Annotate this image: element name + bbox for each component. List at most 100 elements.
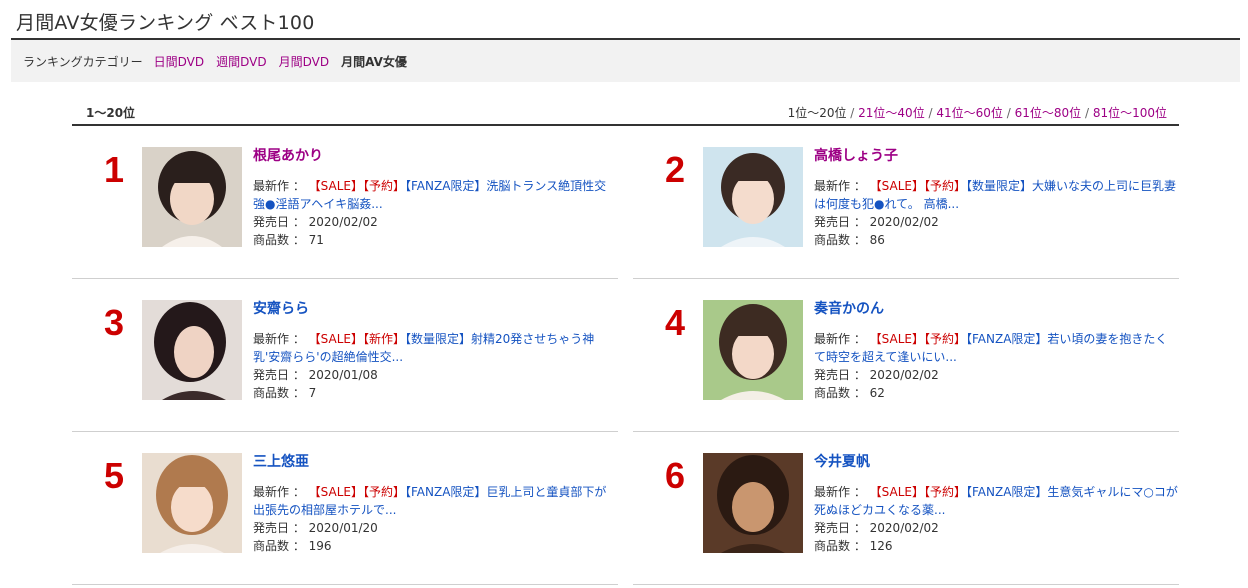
release-label: 発売日 ： (814, 215, 866, 229)
pager-separator: / (846, 106, 859, 120)
release-date: 2020/02/02 (869, 368, 939, 382)
count-label: 商品数 ： (814, 233, 866, 247)
count-label: 商品数 ： (253, 539, 305, 553)
product-count: 196 (308, 539, 332, 553)
rank-number: 4 (664, 302, 686, 343)
count-row: 商品数 ： 86 (814, 231, 1179, 249)
ranking-entry: 6 今井夏帆 最新作 ： 【SALE】【予約】【FANZA限定】生意気ギャルにマ… (633, 453, 1179, 585)
latest-work: 最新作 ： 【SALE】【予約】【FANZA限定】洗脳トランス絶頂性交 強●淫語… (253, 177, 618, 213)
release-label: 発売日 ： (814, 368, 866, 382)
page-title: 月間AV女優ランキング ベスト100 (16, 12, 315, 34)
count-row: 商品数 ： 126 (814, 537, 1179, 555)
rank-number: 5 (103, 455, 125, 496)
pager-link-61-80[interactable]: 61位〜80位 (1015, 106, 1082, 120)
range-header: 1〜20位 1位〜20位 / 21位〜40位 / 41位〜60位 / 61位〜8… (72, 102, 1179, 126)
count-row: 商品数 ： 196 (253, 537, 618, 555)
ranking-entry: 2 高橋しょう子 最新作 ： 【SALE】【予約】【数量限定】大嫌いな夫の上司に… (633, 147, 1179, 279)
latest-work-link[interactable]: 【FANZA限定】生意気ギャルにマ○コが死ぬほどカユくなる薬... (814, 485, 1178, 517)
actress-name-link[interactable]: 三上悠亜 (253, 453, 618, 471)
release-row: 発売日 ： 2020/02/02 (253, 213, 618, 231)
release-label: 発売日 ： (814, 521, 866, 535)
latest-work-link[interactable]: 【数量限定】大嫌いな夫の上司に巨乳妻は何度も犯●れて。 高橋... (814, 179, 1176, 211)
tag-sale: 【SALE】 (308, 179, 363, 193)
release-row: 発売日 ： 2020/01/08 (253, 366, 618, 384)
release-date: 2020/02/02 (869, 521, 939, 535)
pager-link-81-100[interactable]: 81位〜100位 (1093, 106, 1167, 120)
ranking-entry: 5 三上悠亜 最新作 ： 【SALE】【予約】【FANZA限定】巨乳上司と童貞部… (72, 453, 618, 585)
pager-separator: / (1081, 106, 1093, 120)
latest-work: 最新作 ： 【SALE】【新作】【数量限定】射精20発させちゃう神乳'安齋らら'… (253, 330, 618, 366)
latest-work: 最新作 ： 【SALE】【予約】【FANZA限定】巨乳上司と童貞部下が出張先の相… (253, 483, 618, 519)
tag-sale: 【SALE】 (308, 485, 363, 499)
pager-separator: / (924, 106, 937, 120)
entry-info: 奏音かのん 最新作 ： 【SALE】【予約】【FANZA限定】若い頃の妻を抱きた… (814, 300, 1179, 402)
product-count: 126 (869, 539, 893, 553)
latest-label: 最新作 ： (814, 332, 866, 346)
release-label: 発売日 ： (253, 215, 305, 229)
latest-work: 最新作 ： 【SALE】【予約】【FANZA限定】若い頃の妻を抱きたくて時空を超… (814, 330, 1179, 366)
actress-photo[interactable] (703, 300, 803, 400)
entry-info: 今井夏帆 最新作 ： 【SALE】【予約】【FANZA限定】生意気ギャルにマ○コ… (814, 453, 1179, 555)
release-row: 発売日 ： 2020/01/20 (253, 519, 618, 537)
actress-photo[interactable] (703, 453, 803, 553)
actress-name-link[interactable]: 安齋らら (253, 300, 618, 318)
tag-sale: 【SALE】 (869, 485, 924, 499)
product-count: 62 (869, 386, 885, 400)
actress-name-link[interactable]: 根尾あかり (253, 147, 618, 165)
latest-label: 最新作 ： (253, 332, 305, 346)
tag-sale: 【SALE】 (869, 332, 924, 346)
category-link-daily-dvd[interactable]: 日間DVD (154, 53, 204, 70)
actress-name-link[interactable]: 奏音かのん (814, 300, 1179, 318)
tag-sale: 【SALE】 (308, 332, 363, 346)
entry-info: 高橋しょう子 最新作 ： 【SALE】【予約】【数量限定】大嫌いな夫の上司に巨乳… (814, 147, 1179, 249)
latest-work: 最新作 ： 【SALE】【予約】【数量限定】大嫌いな夫の上司に巨乳妻は何度も犯●… (814, 177, 1179, 213)
pager-separator: / (1002, 106, 1015, 120)
latest-label: 最新作 ： (814, 179, 866, 193)
category-link-weekly-dvd[interactable]: 週間DVD (216, 53, 266, 70)
entry-info: 安齋らら 最新作 ： 【SALE】【新作】【数量限定】射精20発させちゃう神乳'… (253, 300, 618, 402)
release-date: 2020/02/02 (308, 215, 378, 229)
release-label: 発売日 ： (253, 521, 305, 535)
latest-work-link[interactable]: 【FANZA限定】巨乳上司と童貞部下が出張先の相部屋ホテルで... (253, 485, 606, 517)
tag-status: 【予約】 (923, 485, 966, 499)
actress-name-link[interactable]: 今井夏帆 (814, 453, 1179, 471)
release-date: 2020/01/08 (308, 368, 378, 382)
latest-work-link[interactable]: 【FANZA限定】洗脳トランス絶頂性交 強●淫語アヘイキ脳姦... (253, 179, 606, 211)
actress-name-link[interactable]: 高橋しょう子 (814, 147, 1179, 165)
tag-sale: 【SALE】 (869, 179, 924, 193)
entry-info: 三上悠亜 最新作 ： 【SALE】【予約】【FANZA限定】巨乳上司と童貞部下が… (253, 453, 618, 555)
rank-number: 1 (103, 149, 125, 190)
pager-current: 1位〜20位 (787, 106, 847, 120)
latest-work-link[interactable]: 【FANZA限定】若い頃の妻を抱きたくて時空を超えて逢いにい... (814, 332, 1167, 364)
rank-number: 3 (103, 302, 125, 343)
product-count: 71 (308, 233, 324, 247)
rank-pager: 1位〜20位 / 21位〜40位 / 41位〜60位 / 61位〜80位 / 8… (788, 104, 1167, 121)
release-date: 2020/02/02 (869, 215, 939, 229)
release-row: 発売日 ： 2020/02/02 (814, 213, 1179, 231)
latest-label: 最新作 ： (253, 179, 305, 193)
pager-link-21-40[interactable]: 21位〜40位 (858, 106, 925, 120)
category-current: 月間AV女優 (341, 54, 407, 69)
actress-photo[interactable] (142, 453, 242, 553)
actress-photo[interactable] (142, 147, 242, 247)
pager-link-41-60[interactable]: 41位〜60位 (936, 106, 1003, 120)
count-label: 商品数 ： (253, 233, 305, 247)
ranking-entry: 1 根尾あかり 最新作 ： 【SALE】【予約】【FANZA限定】洗脳トランス絶… (72, 147, 618, 279)
entry-info: 根尾あかり 最新作 ： 【SALE】【予約】【FANZA限定】洗脳トランス絶頂性… (253, 147, 618, 249)
release-date: 2020/01/20 (308, 521, 378, 535)
range-current: 1〜20位 (86, 106, 136, 120)
latest-label: 最新作 ： (814, 485, 866, 499)
latest-work-link[interactable]: 【数量限定】射精20発させちゃう神乳'安齋らら'の超絶倫性交... (253, 332, 594, 364)
ranking-entry: 3 安齋らら 最新作 ： 【SALE】【新作】【数量限定】射精20発させちゃう神… (72, 300, 618, 432)
actress-photo[interactable] (703, 147, 803, 247)
count-row: 商品数 ： 7 (253, 384, 618, 402)
release-row: 発売日 ： 2020/02/02 (814, 519, 1179, 537)
latest-label: 最新作 ： (253, 485, 305, 499)
count-row: 商品数 ： 71 (253, 231, 618, 249)
tag-status: 【新作】 (362, 332, 405, 346)
actress-photo[interactable] (142, 300, 242, 400)
tag-status: 【予約】 (923, 332, 966, 346)
category-link-monthly-dvd[interactable]: 月間DVD (279, 53, 329, 70)
product-count: 86 (869, 233, 885, 247)
ranking-entry: 4 奏音かのん 最新作 ： 【SALE】【予約】【FANZA限定】若い頃の妻を抱… (633, 300, 1179, 432)
